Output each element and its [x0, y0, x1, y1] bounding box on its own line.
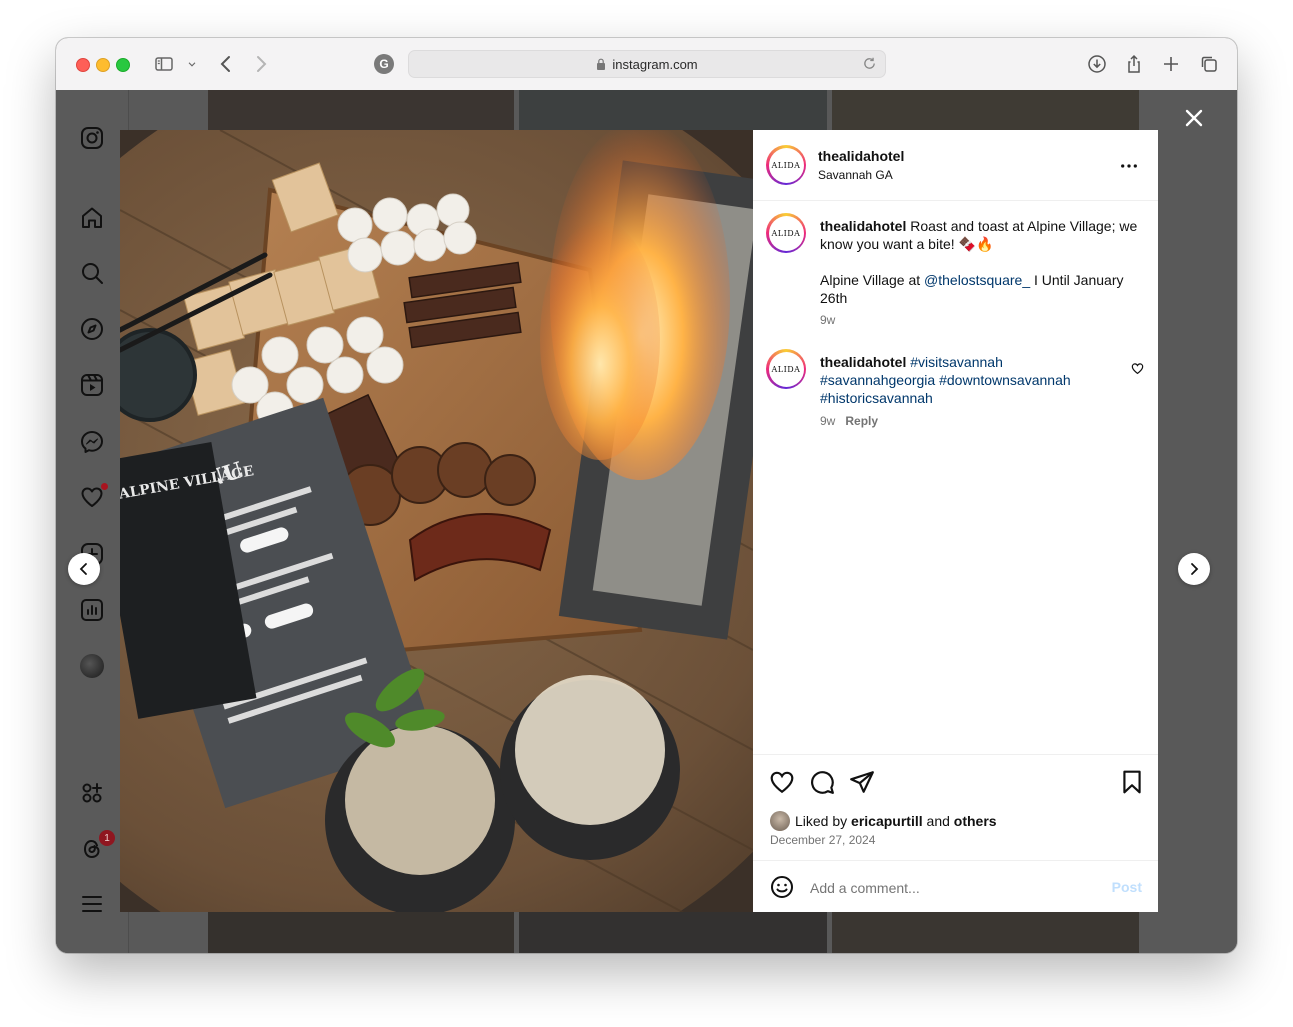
reload-icon[interactable]: [862, 56, 877, 71]
previous-post-button[interactable]: [68, 553, 100, 585]
liker-username[interactable]: ericapurtill: [851, 813, 923, 829]
post-location[interactable]: Savannah GA: [818, 168, 904, 182]
chevron-left-icon: [79, 563, 87, 575]
post-photo: MENU ALPINE VILLAGE: [120, 130, 753, 912]
like-icon[interactable]: [769, 769, 795, 795]
likes-prefix: Liked by: [795, 813, 852, 829]
share-post-icon[interactable]: [849, 769, 875, 795]
post-header: ALIDA thealidahotel Savannah GA: [753, 130, 1158, 201]
comment-avatar[interactable]: ALIDA: [766, 349, 806, 389]
profile-avatar[interactable]: [79, 653, 105, 679]
url-text: instagram.com: [612, 56, 698, 72]
zoom-window-button[interactable]: [116, 58, 130, 72]
likes-others-link[interactable]: others: [954, 813, 997, 829]
comment-username[interactable]: thealidahotel: [820, 354, 906, 370]
browser-toolbar: G instagram.com: [56, 38, 1237, 91]
messenger-icon[interactable]: [79, 429, 105, 455]
hashtag-link[interactable]: #savannahgeorgia: [820, 372, 935, 388]
post-actions: Liked by ericapurtill and others Decembe…: [753, 754, 1158, 861]
explore-icon[interactable]: [79, 316, 105, 342]
add-comment-bar: Post: [753, 860, 1158, 913]
lock-icon: [597, 58, 606, 70]
mention-link[interactable]: @thelostsquare_: [924, 272, 1030, 288]
back-icon[interactable]: [214, 52, 238, 76]
next-post-button[interactable]: [1178, 553, 1210, 585]
forward-icon[interactable]: [249, 52, 273, 76]
browser-window: G instagram.com 1 ALPINE VILLAGE ALIDA t…: [56, 38, 1237, 953]
emoji-icon[interactable]: [770, 875, 794, 899]
comment-icon[interactable]: [809, 769, 835, 795]
hashtag-link[interactable]: #downtownsavannah: [939, 372, 1071, 388]
more-menu-icon[interactable]: [79, 891, 105, 917]
post-modal: MENU ALPINE VILLAGE: [120, 130, 1158, 912]
reels-icon[interactable]: [79, 372, 105, 398]
dashboard-icon[interactable]: [79, 597, 105, 623]
author-username[interactable]: thealidahotel: [818, 148, 904, 164]
download-icon[interactable]: [1085, 52, 1109, 76]
hashtag-link[interactable]: #visitsavannah: [910, 354, 1003, 370]
hashtag-link[interactable]: #historicsavannah: [820, 390, 933, 406]
threads-icon[interactable]: 1: [79, 830, 115, 862]
close-window-button[interactable]: [76, 58, 90, 72]
notifications-heart-icon[interactable]: [79, 483, 108, 510]
reply-button[interactable]: Reply: [845, 414, 878, 428]
comment-input[interactable]: [808, 877, 1102, 899]
chevron-down-icon[interactable]: [180, 52, 204, 76]
chevron-right-icon: [1191, 563, 1199, 575]
like-comment-icon[interactable]: [1131, 362, 1145, 376]
also-from-meta-icon[interactable]: [79, 780, 105, 806]
tab-overview-icon[interactable]: [1197, 52, 1221, 76]
caption-timestamp[interactable]: 9w: [820, 313, 1140, 327]
liker-avatar[interactable]: [770, 811, 790, 831]
caption-line2-prefix: Alpine Village at: [820, 272, 925, 288]
minimize-window-button[interactable]: [96, 58, 110, 72]
home-icon[interactable]: [79, 205, 105, 231]
likes-summary: Liked by ericapurtill and others: [770, 811, 997, 831]
share-icon[interactable]: [1122, 52, 1146, 76]
likes-middle: and: [922, 813, 954, 829]
instagram-logo-icon[interactable]: [79, 125, 105, 151]
post-details-panel: ALIDA thealidahotel Savannah GA ALIDA th…: [753, 130, 1158, 912]
save-bookmark-icon[interactable]: [1119, 769, 1145, 795]
sidebar-toggle-icon[interactable]: [152, 52, 176, 76]
page-viewport: 1 ALPINE VILLAGE ALIDA thealidahotel Sav…: [56, 90, 1237, 953]
notification-dot: [101, 483, 108, 490]
address-bar[interactable]: instagram.com: [408, 50, 886, 78]
comment-timestamp[interactable]: 9w: [820, 414, 835, 428]
smores-photo: MENU ALPINE VILLAGE: [120, 130, 753, 912]
author-avatar[interactable]: ALIDA: [766, 145, 806, 185]
more-options-icon[interactable]: [1120, 156, 1140, 174]
new-tab-icon[interactable]: [1159, 52, 1183, 76]
caption-avatar[interactable]: ALIDA: [766, 213, 806, 253]
caption-username[interactable]: thealidahotel: [820, 218, 906, 234]
post-date[interactable]: December 27, 2024: [770, 833, 875, 847]
search-icon[interactable]: [79, 260, 105, 286]
post-comment-button[interactable]: Post: [1112, 879, 1142, 895]
threads-notification-badge: 1: [99, 830, 115, 846]
close-modal-icon[interactable]: [1182, 106, 1206, 130]
profile-icon[interactable]: G: [374, 54, 394, 74]
instagram-sidebar: 1: [56, 90, 129, 953]
